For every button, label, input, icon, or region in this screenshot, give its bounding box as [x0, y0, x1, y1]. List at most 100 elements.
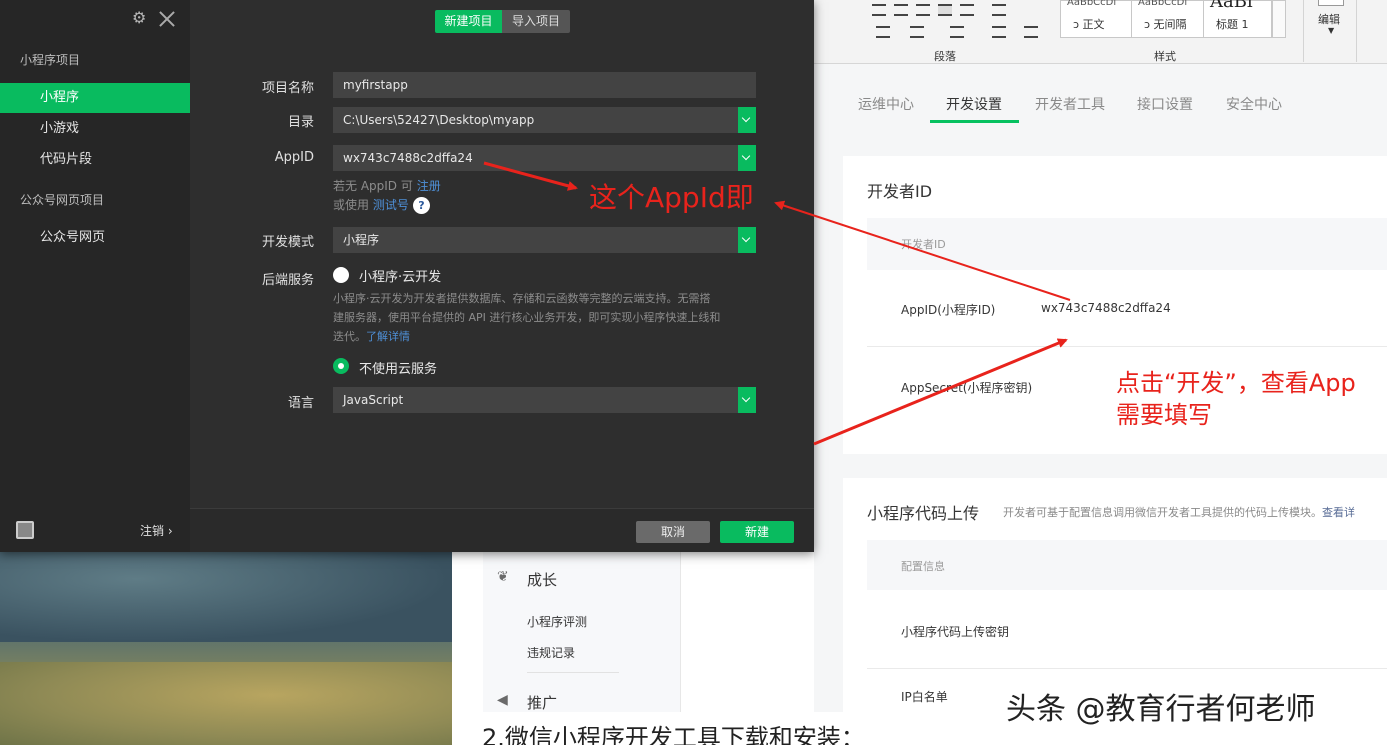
appid-label: AppID	[274, 150, 314, 165]
distribute-icon[interactable]	[960, 4, 974, 16]
no-cloud-label[interactable]: 不使用云服务	[359, 358, 437, 377]
justify-icon[interactable]	[938, 4, 952, 16]
learn-more-link[interactable]: 了解详情	[366, 330, 410, 343]
help-icon[interactable]: ?	[413, 197, 430, 214]
directory-value: C:\Users\52427\Desktop\myapp	[343, 113, 535, 127]
avatar[interactable]	[16, 521, 34, 539]
chevron-down-icon[interactable]	[738, 387, 756, 413]
new-project-dialog: ⚙ 小程序项目 小程序 小游戏 代码片段 公众号网页项目 公众号网页 注销 › …	[0, 0, 814, 552]
dialog-sidebar: ⚙ 小程序项目 小程序 小游戏 代码片段 公众号网页项目 公众号网页 注销 ›	[0, 0, 190, 552]
sidebar-item-snippets[interactable]: 代码片段	[0, 145, 190, 175]
tab-dev-settings[interactable]: 开发设置	[946, 94, 1002, 114]
logout-link[interactable]: 注销 ›	[140, 522, 173, 539]
language-select[interactable]: JavaScript	[333, 387, 756, 413]
cloud-dev-description: 小程序·云开发为开发者提供数据库、存储和云函数等完整的云端支持。无需搭 建服务器…	[333, 289, 720, 346]
gear-icon[interactable]: ⚙	[132, 9, 146, 27]
appid-value: wx743c7488c2dffa24	[343, 151, 473, 165]
tab-security[interactable]: 安全中心	[1226, 94, 1282, 114]
article-heading: 2.微信小程序开发工具下载和安装：	[482, 724, 865, 745]
nav-group-promotion[interactable]: 推广	[527, 692, 557, 713]
tab-api-settings[interactable]: 接口设置	[1137, 94, 1193, 114]
backend-label: 后端服务	[261, 273, 314, 288]
cancel-button[interactable]: 取消	[636, 521, 710, 543]
ip-whitelist-label: IP白名单	[901, 690, 948, 704]
shading-icon[interactable]	[876, 26, 890, 38]
sidebar-item-miniprogram[interactable]: 小程序	[0, 83, 190, 113]
dialog-footer: 取消 新建	[190, 508, 814, 552]
note-line-2: 需要填写	[1116, 401, 1212, 429]
create-button[interactable]: 新建	[720, 521, 794, 543]
chinese-layout-icon[interactable]	[950, 26, 964, 38]
chevron-down-icon[interactable]	[738, 145, 756, 171]
dev-mode-value: 小程序	[343, 233, 380, 247]
cloud-dev-radio[interactable]	[333, 267, 349, 283]
chevron-down-icon[interactable]: ▼	[1328, 26, 1334, 35]
section-mini-projects: 小程序项目	[20, 53, 81, 67]
nav-item-violations[interactable]: 违规记录	[527, 644, 575, 661]
styles-scroll[interactable]	[1272, 0, 1286, 38]
project-type-switch: 新建项目 导入项目	[435, 10, 570, 33]
desc-line: 建服务器，使用平台提供的 API 进行核心业务开发，即可实现小程序快速上线和	[333, 311, 721, 324]
appid-value: wx743c7488c2dffa24	[1041, 301, 1171, 315]
project-name-input[interactable]: myfirstapp	[333, 72, 756, 98]
tab-import-project[interactable]: 导入项目	[502, 10, 570, 33]
section-official-web: 公众号网页项目	[20, 193, 105, 207]
row-divider	[867, 346, 1387, 347]
align-center-icon[interactable]	[894, 4, 908, 16]
desc-text: 开发者可基于配置信息调用微信开发者工具提供的代码上传模块。	[1003, 506, 1322, 519]
wallpaper-ground	[0, 662, 452, 745]
directory-label: 目录	[287, 115, 314, 130]
close-icon[interactable]	[158, 10, 176, 28]
nav-divider	[527, 672, 619, 673]
desc-line: 小程序·云开发为开发者提供数据库、存储和云函数等完整的云端支持。无需搭	[333, 292, 711, 305]
tab-dev-tools[interactable]: 开发者工具	[1035, 94, 1105, 114]
borders-icon[interactable]	[910, 26, 924, 38]
style-heading-1[interactable]: AaBl 标题 1	[1204, 0, 1272, 38]
line-spacing-icon[interactable]	[992, 4, 1006, 16]
edit-group-label[interactable]: 编辑	[1318, 11, 1340, 27]
sidebar-item-official-web[interactable]: 公众号网页	[0, 223, 190, 253]
admin-tab-bar: 运维中心 开发设置 开发者工具 接口设置 安全中心	[814, 64, 1387, 124]
chevron-down-icon[interactable]	[738, 227, 756, 253]
show-marks-icon[interactable]	[1024, 26, 1038, 38]
nav-group-growth[interactable]: 成长	[527, 569, 557, 590]
card-title: 开发者ID	[867, 182, 933, 201]
hint-text: 若无 AppID 可	[333, 179, 413, 193]
edit-icon[interactable]	[1318, 0, 1344, 6]
card-header-row: 配置信息	[867, 540, 1387, 590]
desc-line-3: 迭代。了解详情	[333, 327, 720, 346]
styles-group-label: 样式	[1154, 50, 1176, 63]
note-line-1: 点击“开发”，查看App	[1116, 369, 1356, 397]
chevron-down-icon[interactable]	[738, 107, 756, 133]
appid-select[interactable]: wx743c7488c2dffa24	[333, 145, 756, 171]
style-preview: AaBbCcDı	[1138, 0, 1188, 8]
mp-admin-sidebar: ❦ 成长 小程序评测 违规记录 ◀ 推广	[483, 552, 681, 712]
appid-test-hint: 或使用 测试号	[333, 196, 409, 215]
card-title: 小程序代码上传	[867, 504, 980, 523]
tab-new-project[interactable]: 新建项目	[435, 10, 502, 33]
dev-mode-select[interactable]: 小程序	[333, 227, 756, 253]
style-normal[interactable]: AaBbCcDı ↄ 正文	[1060, 0, 1132, 38]
project-name-label: 项目名称	[261, 81, 314, 96]
desktop-wallpaper	[0, 552, 452, 745]
align-left-icon[interactable]	[872, 4, 886, 16]
style-name: 标题 1	[1216, 18, 1249, 31]
register-link[interactable]: 注册	[417, 179, 441, 193]
style-name: ↄ 无间隔	[1144, 18, 1187, 31]
dev-mode-label: 开发模式	[261, 235, 314, 250]
view-details-link[interactable]: 查看详	[1322, 506, 1355, 519]
sidebar-item-minigame[interactable]: 小游戏	[0, 114, 190, 144]
test-account-link[interactable]: 测试号	[373, 198, 409, 212]
megaphone-icon: ◀	[497, 692, 508, 708]
sort-icon[interactable]	[992, 26, 1006, 38]
style-no-spacing[interactable]: AaBbCcDı ↄ 无间隔	[1132, 0, 1204, 38]
align-right-icon[interactable]	[916, 4, 930, 16]
no-cloud-radio[interactable]	[333, 358, 349, 374]
directory-select[interactable]: C:\Users\52427\Desktop\myapp	[333, 107, 756, 133]
paragraph-group-label: 段落	[934, 50, 956, 63]
tab-ops[interactable]: 运维中心	[858, 94, 914, 114]
card-description: 开发者可基于配置信息调用微信开发者工具提供的代码上传模块。查看详	[1003, 504, 1355, 520]
nav-item-review[interactable]: 小程序评测	[527, 613, 587, 630]
card-header-row: 开发者ID	[867, 218, 1387, 270]
cloud-dev-label[interactable]: 小程序·云开发	[359, 266, 441, 285]
